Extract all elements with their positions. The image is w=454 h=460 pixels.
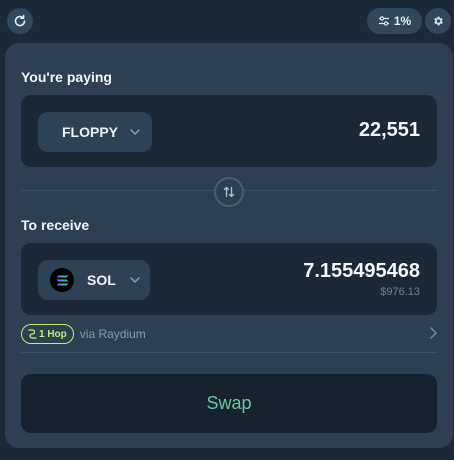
receive-token-select[interactable]: SOL	[38, 260, 150, 300]
refresh-button[interactable]	[7, 8, 33, 34]
refresh-icon	[14, 14, 26, 27]
route-info[interactable]: 1 Hop via Raydium	[21, 324, 437, 344]
slippage-button[interactable]: 1%	[367, 8, 422, 34]
swap-arrows-icon	[223, 186, 235, 198]
chevron-down-icon	[130, 129, 140, 135]
hop-badge: 1 Hop	[21, 324, 74, 344]
sliders-icon	[378, 16, 389, 26]
slippage-value: 1%	[393, 14, 412, 28]
pay-label: You're paying	[21, 69, 112, 85]
route-icon	[28, 329, 37, 339]
switch-direction-button[interactable]	[214, 177, 244, 207]
pay-token-symbol: FLOPPY	[62, 124, 119, 140]
top-bar: 1%	[0, 0, 454, 42]
swap-panel: You're paying FLOPPY 22,551 To receive S…	[5, 43, 453, 448]
pay-box: FLOPPY 22,551	[21, 95, 437, 167]
route-divider	[21, 352, 437, 353]
settings-button[interactable]	[425, 8, 451, 34]
receive-token-symbol: SOL	[87, 272, 116, 288]
solana-logo-icon	[50, 268, 74, 292]
gear-icon	[434, 16, 443, 26]
swap-button[interactable]: Swap	[21, 374, 437, 433]
receive-box: SOL 7.155495468 $976.13	[21, 243, 437, 315]
receive-label: To receive	[21, 217, 90, 233]
receive-usd-value: $976.13	[380, 286, 420, 298]
hop-count: 1 Hop	[39, 328, 67, 340]
chevron-right-icon[interactable]	[430, 327, 437, 339]
pay-token-select[interactable]: FLOPPY	[38, 112, 152, 152]
pay-amount-input[interactable]: 22,551	[359, 119, 420, 142]
receive-amount: 7.155495468	[303, 260, 420, 282]
route-via-text: via Raydium	[79, 327, 146, 341]
chevron-down-icon	[130, 277, 140, 283]
